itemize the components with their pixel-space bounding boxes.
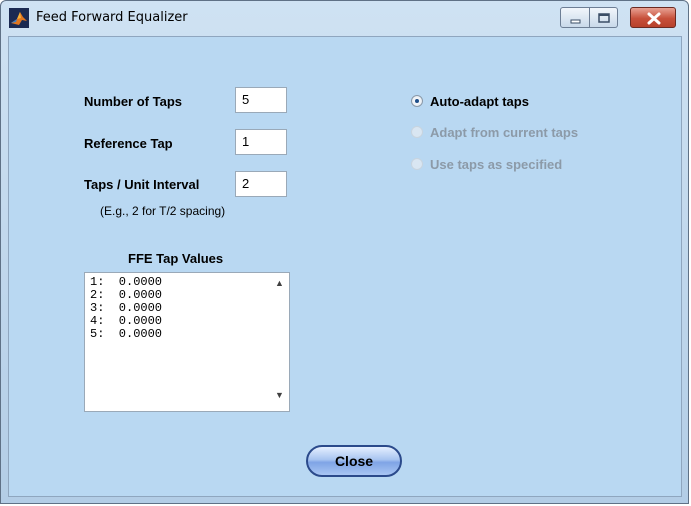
number-of-taps-label: Number of Taps	[84, 94, 182, 109]
minimize-icon	[570, 19, 581, 24]
radio-button	[411, 126, 423, 138]
maximize-button[interactable]	[590, 7, 618, 28]
radio-label: Adapt from current taps	[430, 125, 579, 140]
close-icon	[647, 12, 661, 25]
radio-button	[411, 158, 423, 170]
close-button[interactable]: Close	[306, 445, 402, 477]
minimize-button[interactable]	[560, 7, 590, 28]
radio-button[interactable]	[411, 95, 423, 107]
ffe-window: Feed Forward Equalizer Number of Taps 5 …	[0, 0, 689, 504]
number-of-taps-input[interactable]: 5	[235, 87, 287, 113]
tap-values-listbox[interactable]: 1: 0.0000 2: 0.0000 3: 0.0000 4: 0.0000 …	[84, 272, 290, 412]
title-bar[interactable]: Feed Forward Equalizer	[1, 1, 688, 37]
taps-per-unit-interval-label: Taps / Unit Interval	[84, 177, 200, 192]
tap-values-heading: FFE Tap Values	[128, 251, 224, 266]
maximize-icon	[598, 13, 610, 23]
taps-per-unit-interval-input[interactable]: 2	[235, 171, 287, 197]
scroll-down-icon[interactable]: ▼	[275, 390, 284, 400]
list-item[interactable]: 5: 0.0000	[90, 328, 162, 341]
scroll-up-icon[interactable]: ▲	[275, 278, 284, 288]
reference-tap-input[interactable]: 1	[235, 129, 287, 155]
matlab-icon	[9, 8, 29, 28]
dialog-panel: Number of Taps 5 Reference Tap 1 Taps / …	[8, 36, 682, 497]
reference-tap-label: Reference Tap	[84, 136, 173, 151]
window-title: Feed Forward Equalizer	[36, 10, 188, 25]
radio-label: Use taps as specified	[430, 157, 563, 172]
radio-label: Auto-adapt taps	[430, 94, 529, 109]
listbox-scrollbar[interactable]: ▲ ▼	[271, 273, 289, 411]
taps-per-unit-interval-hint: (E.g., 2 for T/2 spacing)	[100, 204, 226, 218]
close-window-button[interactable]	[630, 7, 676, 28]
